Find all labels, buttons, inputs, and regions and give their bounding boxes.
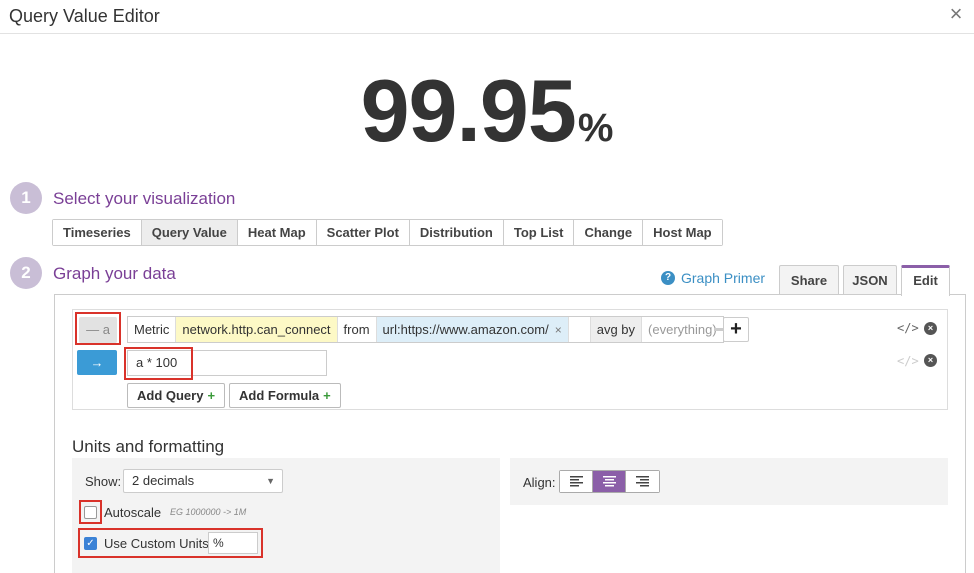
close-icon[interactable]: × (944, 2, 968, 26)
visualization-tabs: Timeseries Query Value Heat Map Scatter … (52, 219, 723, 246)
add-query-label: Add Query (137, 388, 204, 403)
align-center-icon (602, 476, 616, 487)
dialog-title: Query Value Editor (9, 6, 160, 26)
code-icon[interactable]: </> (897, 321, 919, 335)
tab-distribution[interactable]: Distribution (409, 220, 504, 245)
align-toggle-group (559, 470, 660, 493)
highlight-query-letter (75, 312, 121, 345)
highlight-formula (124, 347, 193, 380)
group-by-selector[interactable]: (everything) (642, 317, 723, 342)
tab-heat-map[interactable]: Heat Map (237, 220, 317, 245)
metric-selector[interactable]: network.http.can_connect (176, 317, 338, 342)
tab-share[interactable]: Share (779, 265, 839, 295)
add-formula-plus-icon: + (323, 388, 331, 403)
add-query-button[interactable]: Add Query + (127, 383, 226, 408)
tab-scatter-plot[interactable]: Scatter Plot (316, 220, 410, 245)
highlight-custom-units (78, 528, 263, 558)
add-function-button[interactable]: + (723, 317, 749, 342)
tab-timeseries[interactable]: Timeseries (53, 220, 142, 245)
remove-tag-icon[interactable]: × (555, 323, 562, 337)
align-right-icon (636, 476, 649, 487)
align-left-icon (569, 476, 583, 487)
preview-unit: % (577, 106, 614, 150)
aggregator-selector[interactable]: avg by (590, 317, 643, 342)
scope-tag-label: url:https://www.amazon.com/ (382, 322, 549, 337)
value-preview: 99.95% (0, 60, 974, 162)
decimals-value: 2 decimals (132, 473, 195, 488)
tab-json[interactable]: JSON (843, 265, 897, 295)
autoscale-label: Autoscale (104, 505, 162, 520)
decimals-select[interactable]: 2 decimals ▼ (123, 469, 283, 493)
caret-down-icon: ▼ (266, 476, 275, 486)
preview-number: 99.95 (360, 61, 577, 160)
code-icon-disabled: </> (897, 354, 919, 368)
scope-tag[interactable]: url:https://www.amazon.com/ × (376, 317, 569, 342)
remove-query-icon[interactable]: × (924, 322, 937, 335)
query-row: Metric network.http.can_connect from url… (127, 316, 724, 343)
highlight-autoscale (79, 500, 102, 524)
align-left-button[interactable] (560, 471, 593, 492)
tab-top-list[interactable]: Top List (503, 220, 575, 245)
remove-formula-icon[interactable]: × (924, 354, 937, 367)
step-1-title: Select your visualization (53, 189, 236, 208)
tab-edit[interactable]: Edit (901, 265, 950, 296)
add-formula-label: Add Formula (239, 388, 320, 403)
metric-label: Metric (128, 317, 177, 342)
align-label: Align: (523, 475, 556, 490)
dialog-header: Query Value Editor × (0, 0, 974, 34)
add-formula-button[interactable]: Add Formula + (229, 383, 341, 408)
from-label: from (338, 317, 377, 342)
tab-query-value[interactable]: Query Value (141, 220, 238, 245)
align-right-button[interactable] (626, 471, 659, 492)
units-section-title: Units and formatting (72, 437, 225, 456)
add-query-plus-icon: + (207, 388, 216, 403)
tab-change[interactable]: Change (574, 220, 644, 245)
autoscale-example: EG 1000000 -> 1M (170, 507, 247, 517)
scope-input-spacer[interactable] (569, 317, 591, 342)
tab-host-map[interactable]: Host Map (643, 220, 722, 245)
align-center-button[interactable] (593, 471, 626, 492)
edit-mode-tabs: Share JSON Edit (0, 265, 974, 296)
show-label: Show: (85, 474, 122, 489)
step-1-badge: 1 (10, 182, 42, 214)
formula-arrow-icon: → (77, 350, 117, 375)
